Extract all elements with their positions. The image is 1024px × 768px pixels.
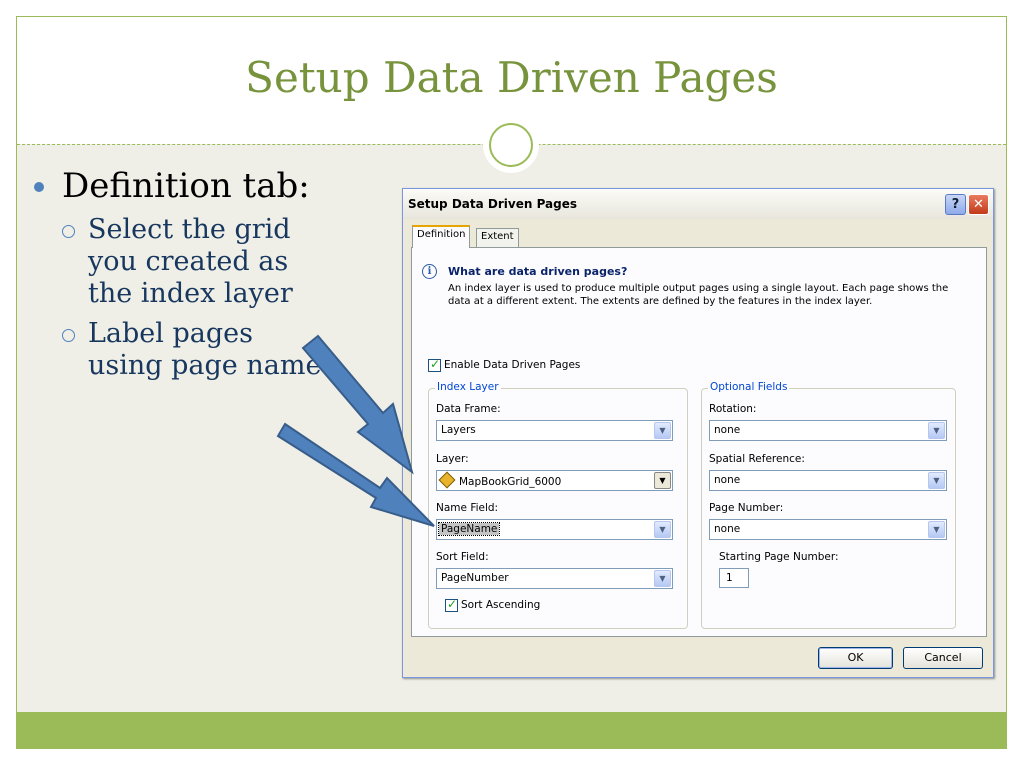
tab-definition[interactable]: Definition: [412, 225, 471, 248]
callout-arrows: [276, 334, 435, 527]
arrow-to-name-field-icon: [276, 422, 435, 527]
